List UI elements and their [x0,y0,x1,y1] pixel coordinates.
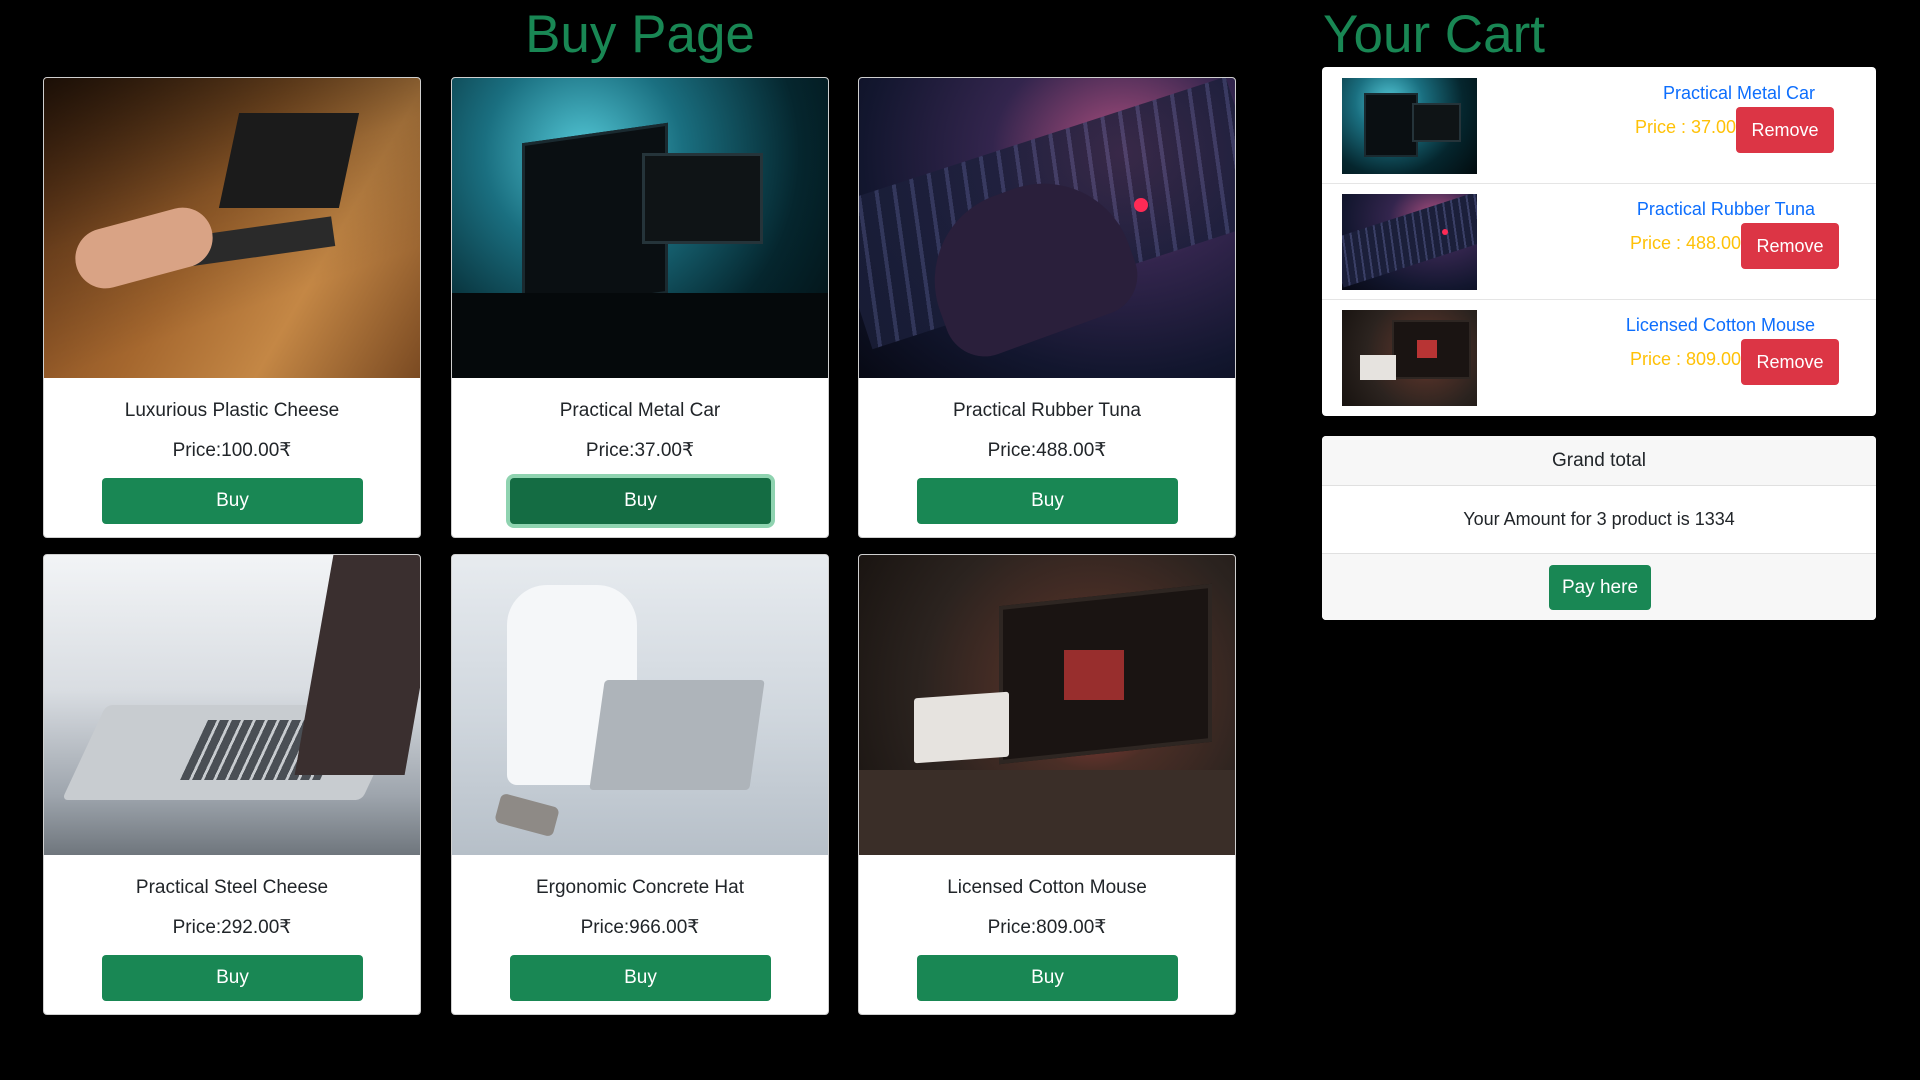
product-image-keyboard-hand [859,78,1235,378]
product-name: Luxurious Plastic Cheese [124,400,340,421]
product-price: Price:292.00₹ [172,917,292,938]
cart-item-name: Practical Metal Car [1662,83,1815,103]
product-image-monitor-desk [452,78,828,378]
cart-item-price: Price : 488.00 [1630,233,1742,253]
buy-button[interactable]: Buy [917,478,1178,524]
cart-title: Your Cart [1323,5,1545,64]
product-name: Practical Steel Cheese [135,877,329,898]
cart-item-price: Price : 809.00 [1630,349,1742,369]
buy-page-title: Buy Page [525,5,755,64]
remove-button[interactable]: Remove [1741,223,1839,269]
cart-item-thumbnail [1342,310,1477,406]
product-price: Price:488.00₹ [987,440,1107,461]
buy-button[interactable]: Buy [102,478,363,524]
grand-total-card: Grand total Your Amount for 3 product is… [1322,436,1876,620]
cart-item: Practical Rubber Tuna Price : 488.00 Rem… [1322,183,1876,300]
cart-item-name: Practical Rubber Tuna [1636,199,1815,219]
product-image-laptop-typing [44,78,420,378]
cart-item: Practical Metal Car Price : 37.00 Remove [1322,67,1876,184]
product-price: Price:966.00₹ [580,917,700,938]
product-name: Licensed Cotton Mouse [947,877,1147,898]
product-name: Ergonomic Concrete Hat [535,877,745,898]
product-image-laptop-keyboard [44,555,420,855]
product-price: Price:809.00₹ [987,917,1107,938]
product-image-monitor-laptop-desk [859,555,1235,855]
buy-button[interactable]: Buy [917,955,1178,1001]
buy-button[interactable]: Buy [510,955,771,1001]
product-card: Practical Steel Cheese Price:292.00₹ Buy [43,554,421,1015]
product-card: Ergonomic Concrete Hat Price:966.00₹ Buy [451,554,829,1015]
cart-item-name: Licensed Cotton Mouse [1625,315,1815,335]
remove-button[interactable]: Remove [1736,107,1834,153]
buy-button[interactable]: Buy [510,478,771,524]
remove-button[interactable]: Remove [1741,339,1839,385]
pay-button[interactable]: Pay here [1549,565,1651,610]
buy-button[interactable]: Buy [102,955,363,1001]
grand-total-amount: Your Amount for 3 product is 1334 [1322,486,1876,554]
product-price: Price:37.00₹ [585,440,695,461]
cart-item-thumbnail [1342,194,1477,290]
cart-item-thumbnail [1342,78,1477,174]
cart-item-price: Price : 37.00 [1635,117,1737,137]
product-name: Practical Rubber Tuna [953,400,1141,421]
product-card: Practical Rubber Tuna Price:488.00₹ Buy [858,77,1236,538]
grand-total-footer: Pay here [1322,554,1876,620]
product-card: Licensed Cotton Mouse Price:809.00₹ Buy [858,554,1236,1015]
product-name: Practical Metal Car [559,400,721,421]
product-card: Practical Metal Car Price:37.00₹ Buy [451,77,829,538]
product-price: Price:100.00₹ [172,440,292,461]
grand-total-header: Grand total [1322,436,1876,486]
cart-list: Practical Metal Car Price : 37.00 Remove… [1322,67,1876,416]
cart-item: Licensed Cotton Mouse Price : 809.00 Rem… [1322,299,1876,415]
product-image-woman-laptop [452,555,828,855]
product-card: Luxurious Plastic Cheese Price:100.00₹ B… [43,77,421,538]
